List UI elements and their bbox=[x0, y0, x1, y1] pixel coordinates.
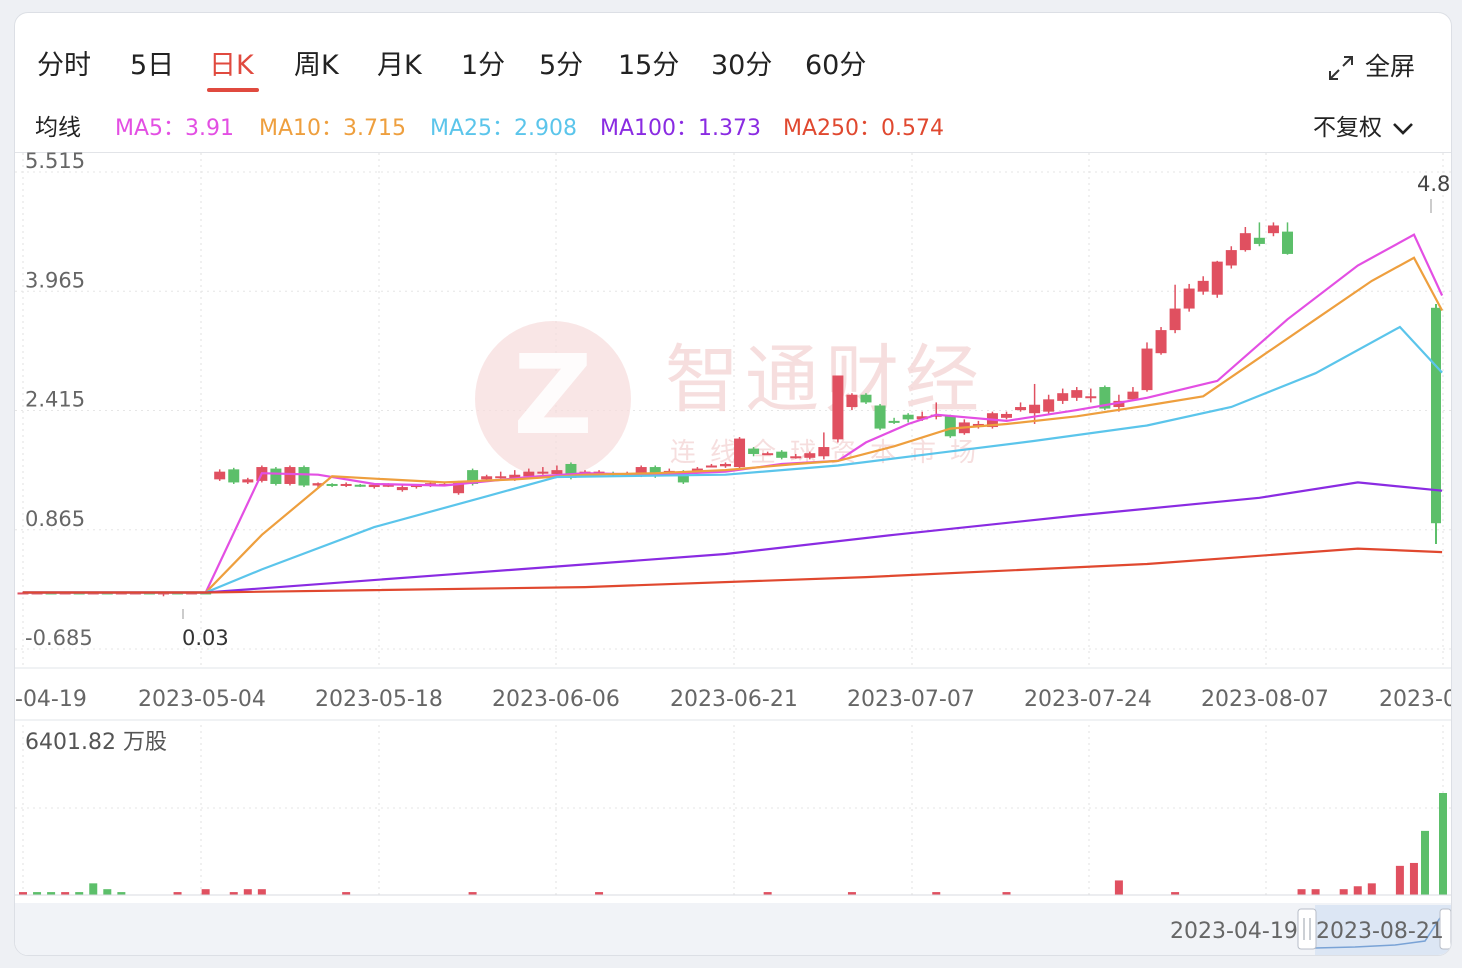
candle-body bbox=[523, 471, 535, 477]
candle-body bbox=[888, 420, 900, 423]
volume-max-label: 6401.82 万股 bbox=[25, 730, 167, 755]
candle-body bbox=[846, 394, 858, 408]
min-price-label: 0.03 bbox=[182, 626, 229, 650]
x-tick-label: 2023-06-21 bbox=[670, 687, 798, 712]
volume-bar bbox=[1114, 880, 1123, 895]
candle-body bbox=[1197, 280, 1209, 292]
candle-body bbox=[1057, 393, 1069, 401]
x-tick-label: 2023-08-07 bbox=[1201, 687, 1329, 712]
candle-body bbox=[1001, 413, 1012, 418]
candle-body bbox=[1155, 330, 1167, 354]
candle-body bbox=[537, 471, 549, 474]
y-tick-label: 3.965 bbox=[25, 268, 85, 292]
candle-body bbox=[242, 479, 254, 483]
candle-body bbox=[326, 483, 338, 486]
candle-body bbox=[874, 405, 886, 429]
candle-body bbox=[860, 394, 872, 403]
candle-body bbox=[214, 471, 226, 480]
volume-bar bbox=[243, 889, 252, 895]
ma-line-ma250 bbox=[23, 547, 1443, 594]
navigator-end-label: 2023-08-21 bbox=[1316, 919, 1444, 944]
y-tick-label: 0.865 bbox=[25, 507, 85, 531]
candle-body bbox=[340, 483, 352, 486]
candle-body bbox=[944, 416, 956, 437]
candle-body bbox=[902, 414, 914, 420]
kline-panel: 分时 5日 日K 周K 月K 1分 5分 15分 30分 60分 全屏 均线 MA5：3.91 MA… bbox=[14, 12, 1452, 956]
volume-bar bbox=[1421, 830, 1429, 895]
volume-bar bbox=[1353, 886, 1362, 895]
x-tick-label: 2023-07-24 bbox=[1024, 687, 1152, 712]
candle-body bbox=[481, 476, 493, 480]
volume-bar bbox=[1339, 889, 1348, 895]
candle-body bbox=[734, 438, 746, 468]
candle-body bbox=[298, 467, 310, 486]
candle-body bbox=[720, 463, 731, 467]
volume-bar bbox=[1367, 883, 1376, 895]
candle-body bbox=[1141, 348, 1153, 391]
candle-body bbox=[1085, 396, 1097, 399]
candle-body bbox=[1225, 250, 1237, 266]
candle-body bbox=[1267, 225, 1279, 234]
candle-body bbox=[495, 476, 507, 479]
candle-body bbox=[551, 470, 563, 474]
candle-body bbox=[804, 453, 816, 458]
candle-body bbox=[1071, 390, 1083, 398]
navigator-start-label: 2023-04-19 bbox=[1170, 919, 1298, 944]
y-tick-label: -0.685 bbox=[25, 626, 93, 650]
candle-body bbox=[1127, 391, 1139, 400]
y-tick-label: 5.515 bbox=[25, 149, 85, 173]
candle-body bbox=[1015, 407, 1027, 411]
volume-bar bbox=[1409, 862, 1418, 895]
candle-body bbox=[1211, 261, 1223, 295]
candle-body bbox=[776, 451, 788, 458]
volume-bar bbox=[1311, 889, 1320, 895]
x-tick-label: 2023-05-18 bbox=[315, 687, 443, 712]
candle-body bbox=[1169, 308, 1181, 331]
candle-body bbox=[1239, 233, 1251, 251]
candle-body bbox=[270, 468, 282, 484]
x-tick-label: -04-19 bbox=[15, 687, 87, 712]
candle-body bbox=[832, 375, 844, 440]
x-tick-label: 2023-0 bbox=[1379, 687, 1451, 712]
ma-line-ma100 bbox=[23, 481, 1443, 594]
candlestick-chart[interactable]: 5.5153.9652.4150.865-0.685Z 智通财经连线全球资本市场4… bbox=[15, 13, 1451, 955]
candle-body bbox=[1043, 399, 1055, 412]
candle-body bbox=[748, 448, 760, 454]
volume-bar bbox=[89, 883, 98, 895]
volume-bar bbox=[257, 889, 266, 895]
candle-body bbox=[762, 453, 774, 456]
candle-body bbox=[818, 447, 830, 457]
x-tick-label: 2023-05-04 bbox=[138, 687, 266, 712]
volume-bar bbox=[1297, 889, 1306, 895]
watermark-logo-letter: Z bbox=[513, 331, 593, 459]
volume-bar bbox=[201, 889, 210, 895]
y-tick-label: 2.415 bbox=[25, 388, 85, 412]
candle-body bbox=[354, 484, 366, 487]
ma-line-ma10 bbox=[23, 256, 1444, 594]
max-price-label: 4.8 bbox=[1417, 172, 1450, 196]
candle-body bbox=[790, 456, 802, 459]
candle-body bbox=[1029, 404, 1041, 414]
candle-body bbox=[396, 487, 408, 491]
candle-body bbox=[1282, 231, 1293, 254]
x-tick-label: 2023-06-06 bbox=[492, 687, 620, 712]
volume-bar bbox=[103, 889, 112, 895]
navigator-handle-left[interactable] bbox=[1297, 908, 1317, 950]
candle-body bbox=[284, 467, 296, 484]
candle-body bbox=[1183, 288, 1195, 309]
volume-bar bbox=[1439, 793, 1447, 895]
candle-body bbox=[705, 465, 717, 468]
candle-body bbox=[1253, 237, 1265, 244]
x-tick-label: 2023-07-07 bbox=[847, 687, 975, 712]
volume-bar bbox=[1395, 865, 1404, 895]
candle-body bbox=[228, 469, 240, 483]
